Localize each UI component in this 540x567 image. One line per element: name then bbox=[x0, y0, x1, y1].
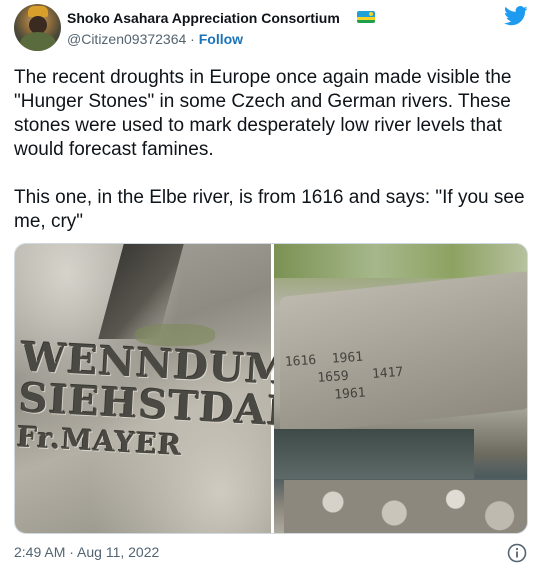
author-handle[interactable]: @Citizen09372364 bbox=[67, 31, 186, 47]
twitter-bird-icon[interactable] bbox=[504, 6, 528, 26]
riverbank-grass bbox=[274, 244, 527, 278]
rwanda-flag-icon bbox=[357, 11, 375, 23]
tweet-card: Shoko Asahara Appreciation Consortium @C… bbox=[0, 0, 540, 567]
carved-inscription: WENNDUM SIEHSTDANI Fr.MAYER bbox=[16, 333, 325, 468]
riverbed-rocks bbox=[284, 480, 527, 533]
follow-button[interactable]: Follow bbox=[199, 31, 243, 47]
river-water bbox=[274, 429, 474, 479]
avatar-body bbox=[20, 32, 56, 51]
author-avatar[interactable] bbox=[14, 4, 61, 51]
tweet-timestamp[interactable]: 2:49 AM · Aug 11, 2022 bbox=[14, 543, 159, 561]
author-display-name[interactable]: Shoko Asahara Appreciation Consortium bbox=[67, 9, 340, 27]
info-icon[interactable] bbox=[507, 543, 527, 563]
handle-separator: · bbox=[186, 31, 199, 47]
hunger-stone-river-photo[interactable]: 1616 1961 1659 1417 1961 bbox=[274, 244, 527, 533]
tweet-media: WENNDUM SIEHSTDANI Fr.MAYER 1616 1961 16… bbox=[14, 243, 528, 534]
hunger-stone-closeup-photo[interactable]: WENNDUM SIEHSTDANI Fr.MAYER bbox=[15, 244, 325, 533]
author-handle-row: @Citizen09372364 · Follow bbox=[67, 30, 243, 48]
tweet-text: The recent droughts in Europe once again… bbox=[14, 67, 525, 232]
